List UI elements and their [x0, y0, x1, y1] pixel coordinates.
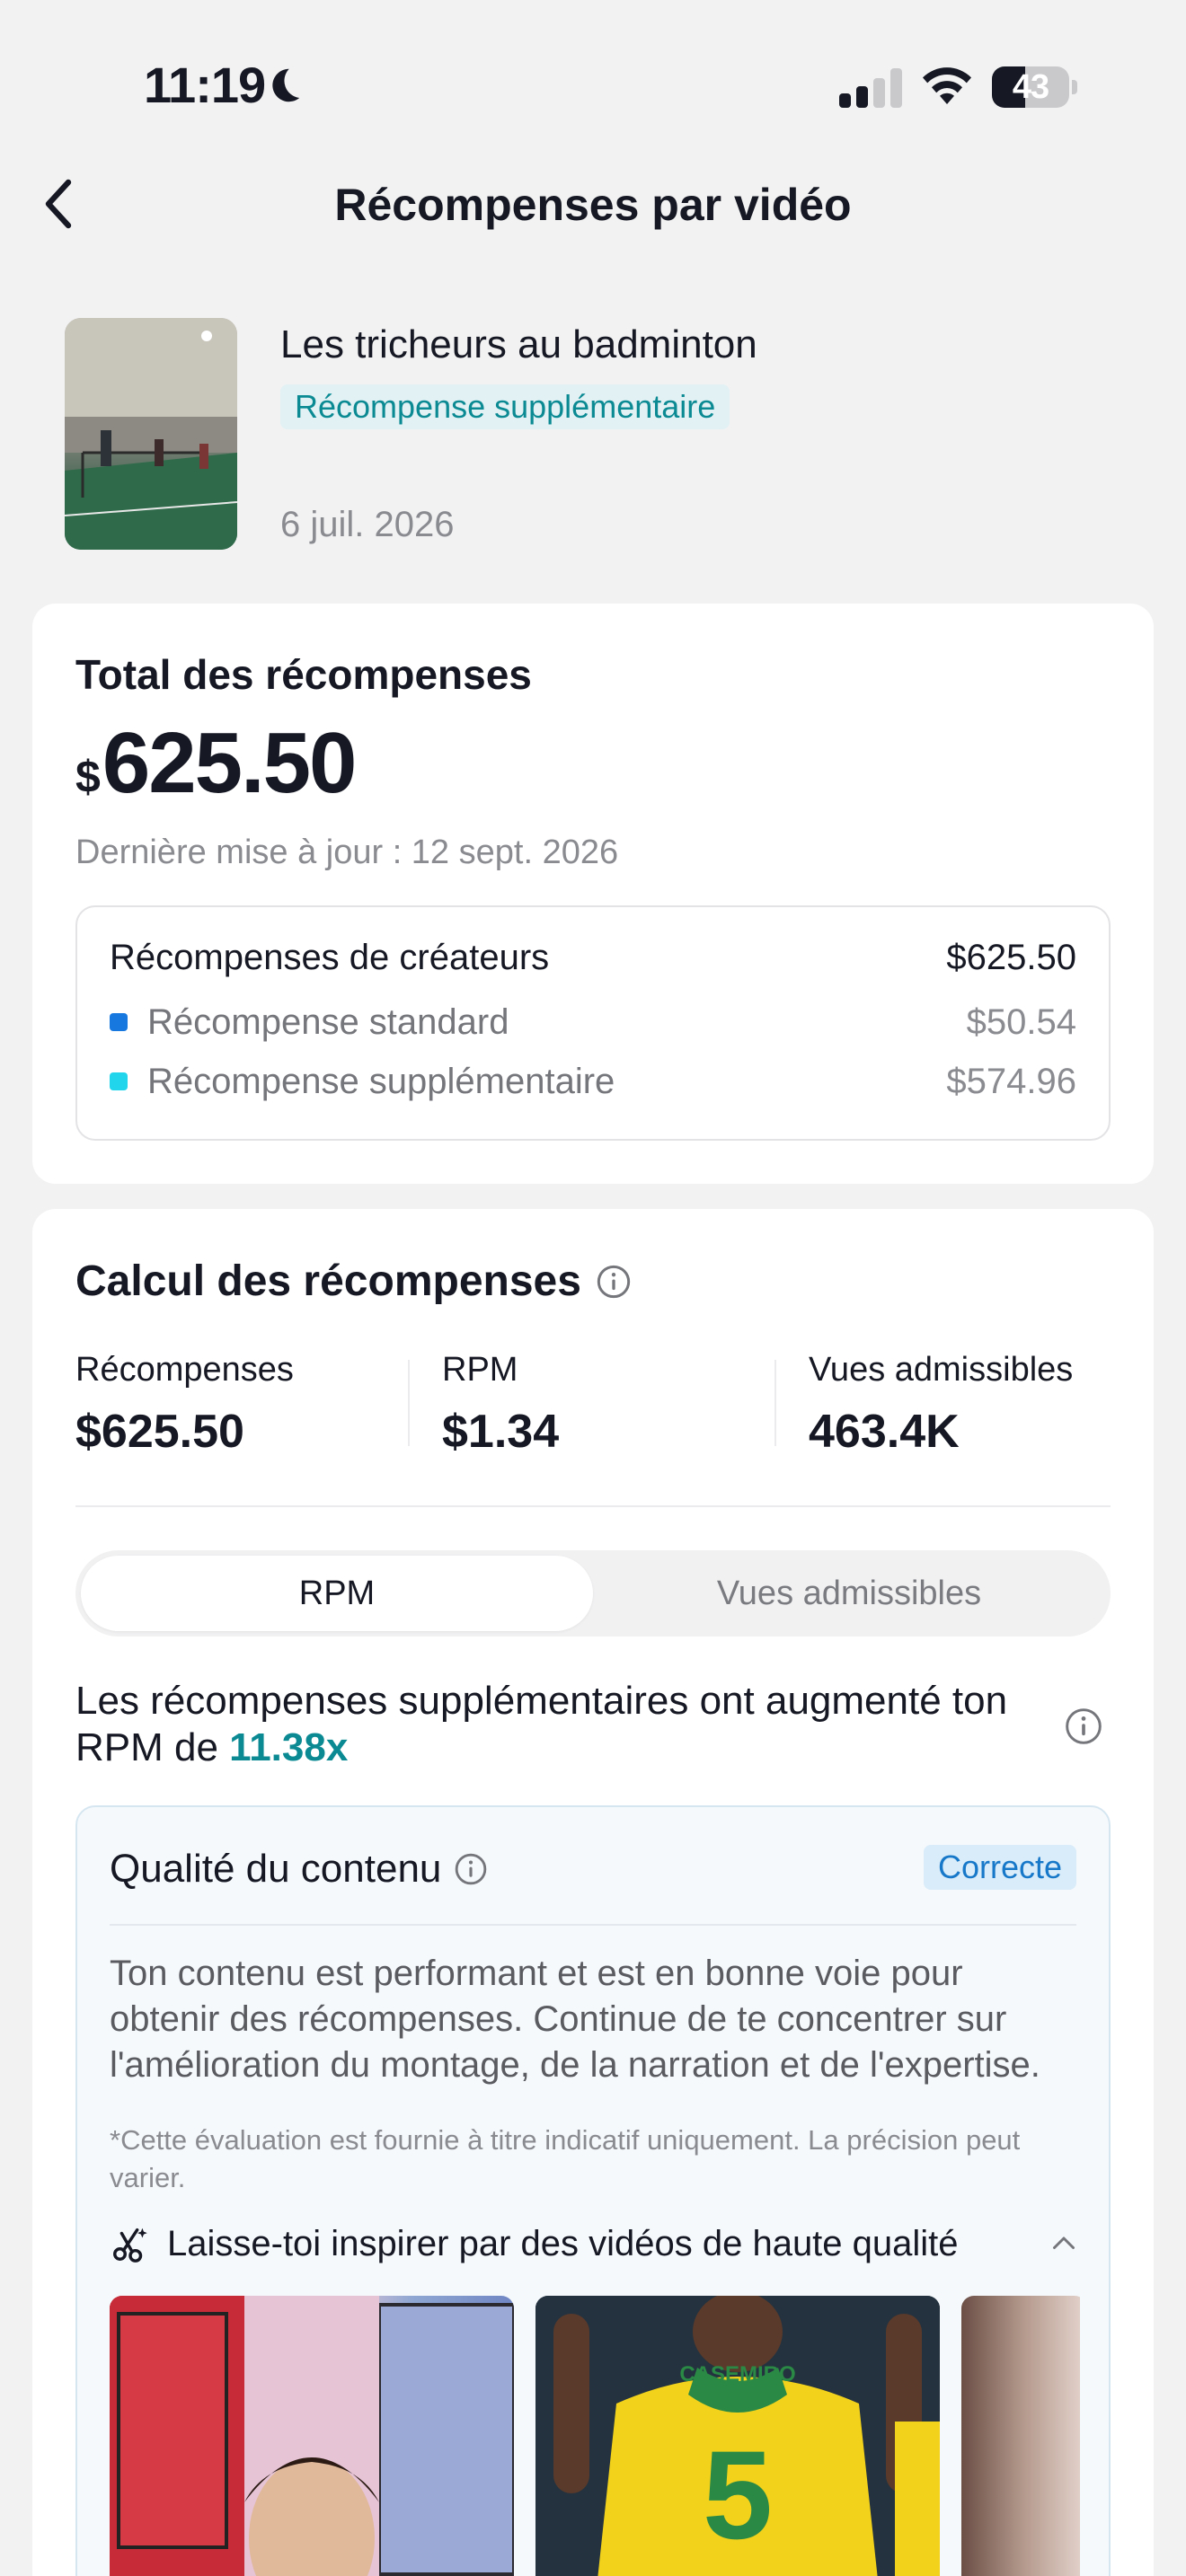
info-icon[interactable]: [1064, 1707, 1103, 1746]
rpm-multiplier: 11.38x: [229, 1725, 349, 1769]
divider: [75, 1505, 1111, 1507]
breakdown-row-value: $50.54: [966, 1002, 1076, 1042]
divider: [110, 1924, 1076, 1926]
currency-symbol: $: [75, 752, 101, 802]
content-quality-title: Qualité du contenu: [110, 1843, 488, 1895]
wifi-icon: [923, 67, 971, 104]
tab-rpm[interactable]: RPM: [81, 1556, 593, 1631]
calculation-title-text: Calcul des récompenses: [75, 1257, 581, 1305]
stats-row: Récompenses $625.50 RPM $1.34 Vues admis…: [75, 1347, 1111, 1458]
video-date: 6 juil. 2026: [280, 505, 455, 544]
video-title: Les tricheurs au badminton: [280, 322, 757, 366]
total-value: 625.50: [102, 715, 358, 811]
info-icon[interactable]: [596, 1264, 632, 1300]
jersey-name: CASEMIRO: [679, 2362, 795, 2386]
cellular-signal-icon: [839, 68, 902, 108]
stat-rewards: Récompenses $625.50: [75, 1347, 420, 1458]
inspiration-video-thumbnail[interactable]: [110, 2296, 514, 2576]
chevron-up-icon: [1053, 2236, 1075, 2249]
inspiration-video-thumbnail[interactable]: [961, 2296, 1080, 2576]
total-rewards-amount: $ 625.50: [75, 710, 358, 817]
video-preview-image: CASEMIRO 5: [535, 2296, 940, 2576]
rewards-calculation-card: Calcul des récompenses Récompenses $625.…: [32, 1209, 1154, 2576]
breakdown-row: Récompense supplémentaire $574.96: [110, 1058, 1076, 1105]
breakdown-row-label: Récompense supplémentaire: [147, 1062, 615, 1101]
inspiration-video-carousel: CASEMIRO 5: [110, 2296, 1080, 2576]
moon-icon: [272, 68, 300, 102]
last-updated: Dernière mise à jour : 12 sept. 2026: [75, 834, 619, 871]
jersey-number: 5: [703, 2424, 773, 2565]
battery-level: 43: [1012, 68, 1049, 106]
badminton-court-image: [65, 318, 237, 550]
stat-label: Récompenses: [75, 1351, 294, 1389]
stat-label: Vues admissibles: [809, 1351, 1074, 1389]
calculation-title: Calcul des récompenses: [75, 1254, 632, 1310]
status-bar: 11:19 43: [0, 0, 1186, 162]
breakdown-header-label: Récompenses de créateurs: [110, 938, 550, 977]
content-quality-panel: Qualité du contenu Correcte Ton contenu …: [75, 1805, 1111, 2576]
stat-label: RPM: [442, 1351, 518, 1389]
inspiration-toggle[interactable]: Laisse-toi inspirer par des vidéos de ha…: [110, 2217, 1080, 2271]
extra-reward-legend-swatch: [110, 1072, 128, 1090]
divider: [408, 1360, 410, 1446]
info-icon[interactable]: [454, 1852, 488, 1886]
breakdown-row-label: Récompense standard: [147, 1002, 509, 1042]
total-rewards-label: Total des récompenses: [75, 651, 532, 698]
stat-value: 463.4K: [809, 1406, 960, 1458]
inspiration-label: Laisse-toi inspirer par des vidéos de ha…: [167, 2224, 959, 2263]
breakdown-row-value: $574.96: [946, 1062, 1076, 1101]
breakdown-header-value: $625.50: [946, 938, 1076, 977]
rpm-boost-message: Les récompenses supplémentaires ont augm…: [75, 1678, 1046, 1771]
battery-icon: 43: [992, 66, 1077, 108]
quality-description: Ton contenu est performant et est en bon…: [110, 1954, 1040, 2085]
page-title: Récompenses par vidéo: [334, 180, 852, 230]
tab-eligible-views[interactable]: Vues admissibles: [593, 1556, 1105, 1631]
rewards-breakdown: Récompenses de créateurs $625.50 Récompe…: [75, 905, 1111, 1141]
video-thumbnail[interactable]: [65, 318, 237, 550]
sparkle-scissors-icon: [113, 2228, 147, 2263]
standard-reward-legend-swatch: [110, 1013, 128, 1031]
divider: [774, 1360, 776, 1446]
quality-disclaimer: *Cette évaluation est fournie à titre in…: [110, 2124, 1021, 2193]
quality-rating-badge: Correcte: [923, 1845, 1076, 1890]
status-time: 11:19: [144, 57, 266, 113]
extra-reward-badge: Récompense supplémentaire: [280, 384, 730, 429]
breakdown-header: Récompenses de créateurs $625.50: [110, 934, 1076, 981]
rpm-boost-text: Les récompenses supplémentaires ont augm…: [75, 1679, 1008, 1769]
total-rewards-card: Total des récompenses $ 625.50 Dernière …: [32, 604, 1154, 1184]
stat-rpm: RPM $1.34: [442, 1347, 787, 1458]
stat-eligible-views: Vues admissibles 463.4K: [809, 1347, 1154, 1458]
stat-value: $1.34: [442, 1406, 560, 1458]
metric-toggle: RPM Vues admissibles: [75, 1550, 1111, 1636]
inspiration-video-thumbnail[interactable]: CASEMIRO 5: [535, 2296, 940, 2576]
stat-value: $625.50: [75, 1406, 244, 1458]
video-preview-image: [110, 2296, 514, 2576]
breakdown-row: Récompense standard $50.54: [110, 999, 1076, 1045]
content-quality-title-text: Qualité du contenu: [110, 1847, 442, 1891]
